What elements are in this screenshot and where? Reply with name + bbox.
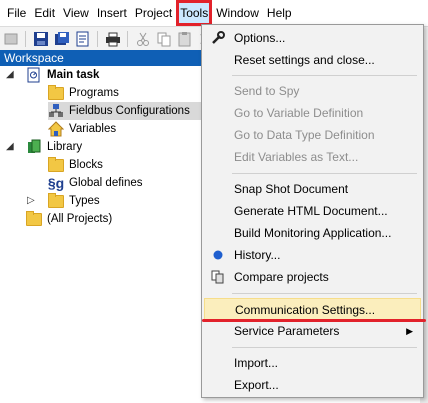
collapse-arrow-icon[interactable]: ◢ [6, 69, 14, 80]
compare-icon [210, 269, 226, 285]
tools-menu: Options... Reset settings and close... S… [201, 24, 424, 398]
menu-item-export[interactable]: Export... [204, 374, 421, 396]
menu-item-label: Reset settings and close... [234, 53, 375, 67]
library-icon [26, 139, 42, 155]
menu-item-options[interactable]: Options... [204, 27, 421, 49]
menu-window[interactable]: Window [212, 0, 263, 26]
submenu-arrow-icon: ▶ [406, 326, 413, 336]
menu-item-label: History... [234, 248, 281, 262]
bullet-icon [210, 247, 226, 263]
properties-icon[interactable] [72, 29, 93, 50]
tree-item-label: Global defines [69, 177, 143, 189]
tree-item-programs[interactable]: Programs [48, 84, 119, 102]
menu-item-goto-variable[interactable]: Go to Variable Definition [204, 102, 421, 124]
cut-icon[interactable] [132, 29, 153, 50]
tree-item-label: Blocks [69, 159, 103, 171]
folder-icon [48, 156, 64, 173]
new-icon[interactable] [0, 29, 21, 50]
tree-item-all-projects[interactable]: (All Projects) [26, 210, 112, 228]
tree-item-label: Fieldbus Configurations [69, 105, 190, 117]
menu-item-goto-datatype[interactable]: Go to Data Type Definition [204, 124, 421, 146]
tree-item-types[interactable]: Types [48, 192, 100, 210]
menu-tools[interactable]: Tools [176, 0, 213, 26]
tree-item-label: Main task [47, 69, 100, 81]
toolbar-divider [97, 31, 98, 47]
expand-arrow-icon[interactable]: ▷ [27, 195, 35, 206]
tree-item-variables[interactable]: Variables [48, 120, 116, 138]
workspace-title: Workspace [0, 50, 209, 66]
menu-item-label: Export... [234, 378, 279, 392]
menu-item-label: Communication Settings... [235, 303, 376, 317]
tree-item-label: Programs [69, 87, 119, 99]
menu-item-label: Send to Spy [234, 84, 300, 98]
menu-item-edit-variables[interactable]: Edit Variables as Text... [204, 146, 421, 168]
wrench-icon [210, 30, 226, 46]
menu-item-label: Snap Shot Document [234, 182, 349, 196]
copy-icon[interactable] [153, 29, 174, 50]
tree-item-label: Variables [69, 123, 117, 135]
menu-item-generate-html[interactable]: Generate HTML Document... [204, 200, 421, 222]
fieldbus-icon [48, 103, 64, 119]
menu-separator [232, 75, 417, 76]
menu-edit[interactable]: Edit [30, 0, 59, 26]
menu-file[interactable]: File [3, 0, 30, 26]
menu-item-label: Generate HTML Document... [234, 204, 388, 218]
menu-item-history[interactable]: History... [204, 244, 421, 266]
menu-item-label: Options... [234, 31, 286, 45]
menu-item-label: Go to Data Type Definition [234, 128, 375, 142]
save-all-icon[interactable] [51, 29, 72, 50]
menu-item-send-to-spy[interactable]: Send to Spy [204, 80, 421, 102]
toolbar-divider [127, 31, 128, 47]
menu-item-label: Compare projects [234, 270, 329, 284]
home-icon [48, 121, 64, 137]
menu-item-build-monitoring[interactable]: Build Monitoring Application... [204, 222, 421, 244]
menu-item-label: Go to Variable Definition [234, 106, 364, 120]
tree-item-main-task[interactable]: Main task [26, 66, 99, 84]
menu-separator [232, 173, 417, 174]
save-icon[interactable] [30, 29, 51, 50]
menu-view[interactable]: View [59, 0, 93, 26]
menu-item-snapshot[interactable]: Snap Shot Document [204, 178, 421, 200]
tree-item-label: Library [47, 141, 83, 153]
folder-icon [48, 192, 64, 209]
menu-help[interactable]: Help [263, 0, 296, 26]
menu-project[interactable]: Project [131, 0, 176, 26]
workspace-tree: ◢ Main task Programs Fieldbus Configurat… [0, 66, 205, 403]
folder-icon [26, 210, 42, 227]
collapse-arrow-icon[interactable]: ◢ [6, 141, 14, 152]
paste-icon[interactable] [174, 29, 195, 50]
menu-item-label: Import... [234, 356, 279, 370]
task-icon [26, 67, 42, 83]
menu-item-label: Service Parameters [234, 324, 340, 338]
menu-bar: File Edit View Insert Project Tools Wind… [0, 0, 428, 26]
menu-item-service-parameters[interactable]: Service Parameters ▶ [204, 320, 421, 342]
menu-item-label: Edit Variables as Text... [234, 150, 359, 164]
section-icon: §g [47, 175, 65, 191]
tree-item-global-defines[interactable]: §g Global defines [48, 174, 143, 192]
highlight-underline [202, 319, 426, 322]
menu-item-reset-settings[interactable]: Reset settings and close... [204, 49, 421, 71]
toolbar-divider [25, 31, 26, 47]
tree-item-label: Types [69, 195, 100, 207]
menu-item-import[interactable]: Import... [204, 352, 421, 374]
menu-item-communication-settings[interactable]: Communication Settings... [204, 298, 421, 320]
tree-item-fieldbus[interactable]: Fieldbus Configurations [48, 102, 205, 120]
menu-insert[interactable]: Insert [93, 0, 131, 26]
menu-separator [232, 347, 417, 348]
folder-icon [48, 84, 64, 101]
menu-item-compare-projects[interactable]: Compare projects [204, 266, 421, 288]
print-icon[interactable] [102, 29, 123, 50]
menu-item-label: Build Monitoring Application... [234, 226, 392, 240]
tree-item-blocks[interactable]: Blocks [48, 156, 103, 174]
tree-item-library[interactable]: Library [26, 138, 82, 156]
tree-item-label: (All Projects) [47, 213, 113, 225]
menu-separator [232, 293, 417, 294]
